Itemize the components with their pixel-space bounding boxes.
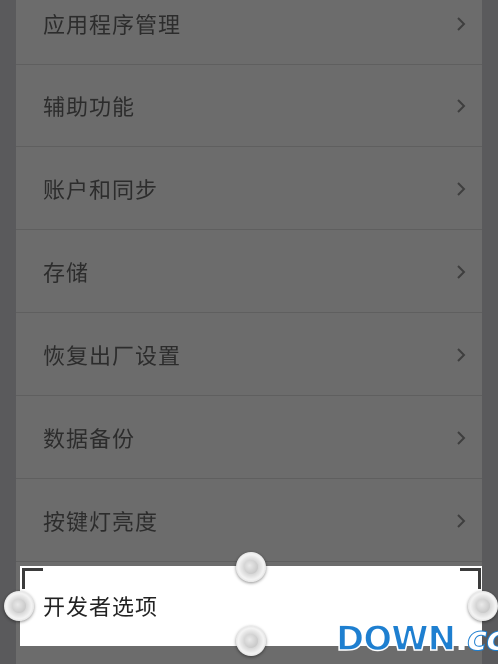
settings-item-storage[interactable]: 存储 — [16, 231, 482, 313]
settings-item-label: 辅助功能 — [43, 95, 136, 121]
chevron-right-icon — [457, 430, 466, 445]
selection-handle-bottom-icon[interactable] — [236, 626, 266, 656]
settings-item-label: 恢复出厂设置 — [43, 344, 182, 370]
watermark-brand: DOWN — [335, 618, 457, 660]
selection-corner-top-left — [22, 568, 43, 589]
settings-item-label: 按键灯亮度 — [43, 510, 159, 536]
watermark-separator: . — [455, 619, 468, 659]
settings-item-label: 存储 — [43, 261, 90, 287]
settings-item-accounts-sync[interactable]: 账户和同步 — [16, 148, 482, 230]
settings-screen: 应用程序管理 辅助功能 账户和同步 存储 恢复出厂设置 数据备份 按键灯亮度 开… — [0, 0, 498, 664]
selection-handle-top-icon[interactable] — [236, 552, 266, 582]
watermark-suffix: cc — [467, 619, 498, 660]
chevron-right-icon — [457, 181, 466, 196]
settings-item-data-backup[interactable]: 数据备份 — [16, 397, 482, 479]
watermark-logo: DOWN.cc — [335, 614, 498, 664]
chevron-right-icon — [457, 16, 466, 31]
selection-handle-left-icon[interactable] — [4, 591, 34, 621]
settings-item-accessibility[interactable]: 辅助功能 — [16, 65, 482, 147]
chevron-right-icon — [457, 264, 466, 279]
settings-item-label: 开发者选项 — [43, 596, 159, 621]
settings-item-label: 账户和同步 — [43, 178, 159, 204]
settings-item-key-light-brightness[interactable]: 按键灯亮度 — [16, 480, 482, 562]
settings-item-label: 数据备份 — [43, 427, 136, 453]
settings-item-app-management[interactable]: 应用程序管理 — [16, 0, 482, 65]
chevron-right-icon — [457, 98, 466, 113]
chevron-right-icon — [457, 347, 466, 362]
settings-item-factory-reset[interactable]: 恢复出厂设置 — [16, 314, 482, 396]
settings-item-label: 应用程序管理 — [43, 13, 182, 39]
selection-corner-top-right — [460, 568, 481, 589]
chevron-right-icon — [457, 513, 466, 528]
